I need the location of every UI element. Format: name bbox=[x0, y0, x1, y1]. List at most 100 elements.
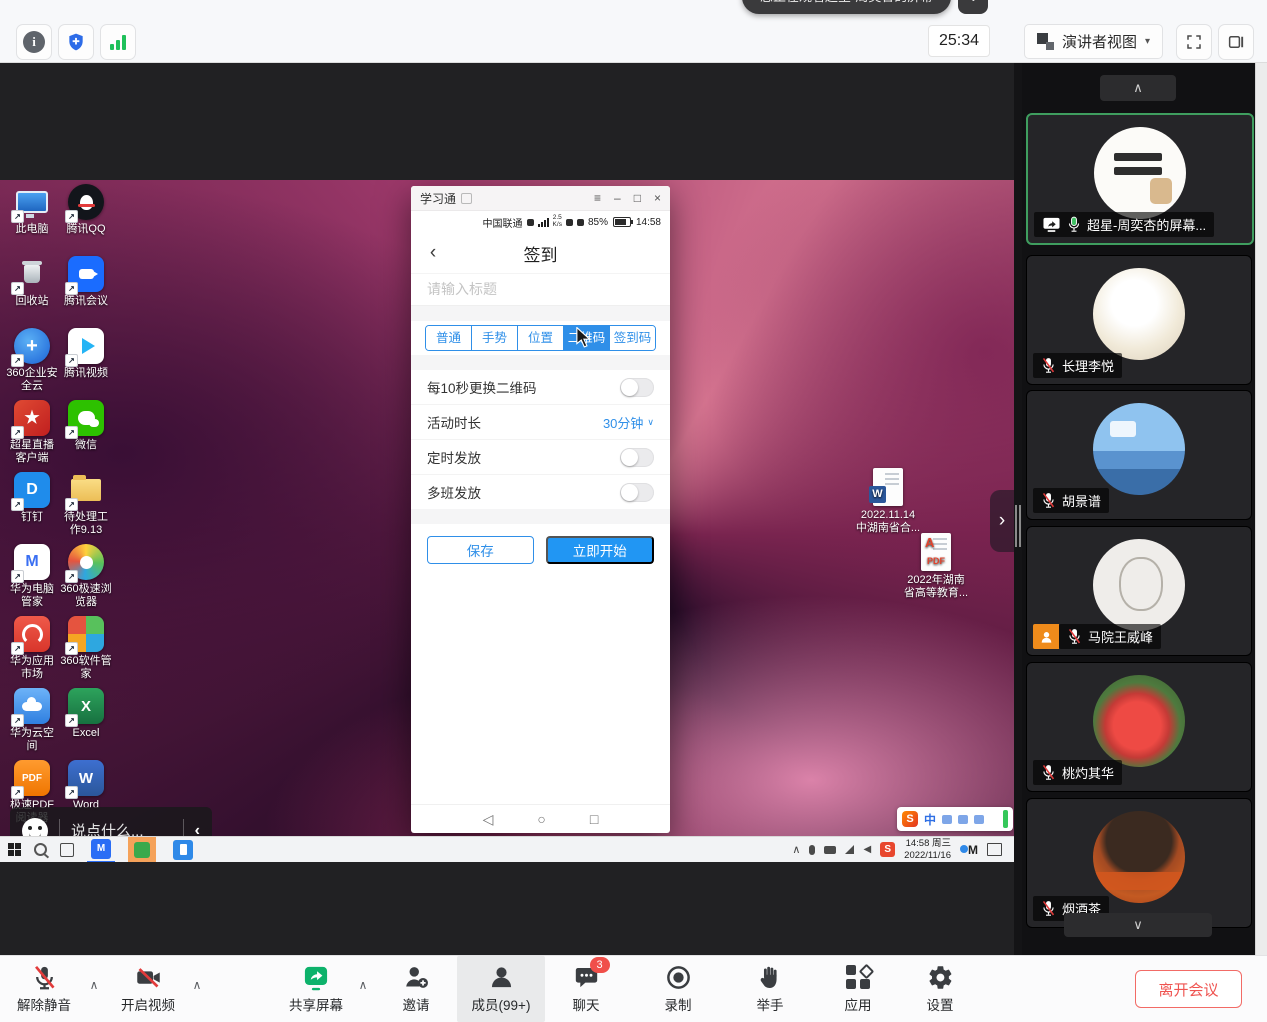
desktop-icon-qq[interactable]: 腾讯QQ bbox=[60, 184, 112, 256]
sidebar-scrollbar[interactable] bbox=[1255, 62, 1267, 955]
collapse-strip-button[interactable]: ∧ bbox=[1100, 75, 1176, 101]
desktop-icon-chaoxing-live[interactable]: ★超星直播客户端 bbox=[6, 400, 58, 472]
share-screen-button[interactable]: 共享屏幕 bbox=[268, 963, 364, 1014]
camera-tray-icon[interactable] bbox=[824, 846, 836, 854]
taskbar-app-sharing[interactable] bbox=[128, 837, 156, 863]
view-mode-switcher[interactable]: 演讲者视图 ▾ bbox=[1024, 24, 1163, 59]
hidden-icons-chevron[interactable]: ∧ bbox=[792, 843, 800, 856]
network-quality-button[interactable] bbox=[100, 24, 136, 60]
settings-button[interactable]: 设置 bbox=[892, 963, 988, 1014]
start-button[interactable] bbox=[8, 843, 21, 856]
tab-location[interactable]: 位置 bbox=[517, 326, 563, 350]
volume-tray-icon[interactable]: ◀ bbox=[863, 844, 871, 855]
desktop-icon-tencent-meeting[interactable]: 腾讯会议 bbox=[60, 256, 112, 328]
network-tray-icon[interactable] bbox=[845, 845, 854, 854]
search-icon[interactable] bbox=[34, 843, 47, 856]
banner-collapse-button[interactable]: ∨ bbox=[958, 0, 988, 14]
unmute-button[interactable]: 解除静音 bbox=[0, 963, 92, 1014]
tab-signin-code[interactable]: 签到码 bbox=[609, 326, 655, 350]
expand-panel-button[interactable]: › bbox=[990, 490, 1014, 552]
window-menu-icon[interactable]: ≡ bbox=[594, 191, 601, 205]
raise-hand-button[interactable]: 举手 bbox=[722, 963, 818, 1014]
window-minimize-icon[interactable]: – bbox=[614, 191, 621, 205]
desktop-icon-360-browser[interactable]: 360极速浏览器 bbox=[60, 544, 112, 616]
window-close-icon[interactable]: × bbox=[654, 191, 661, 205]
participant-tile[interactable]: 烟酒茶 bbox=[1026, 798, 1252, 928]
system-tray: ∧ ◀ S 14:58 周三 2022/11/16 M bbox=[792, 838, 1006, 861]
members-button[interactable]: 成员(99+) bbox=[457, 956, 545, 1022]
mic-on-icon bbox=[1067, 216, 1081, 233]
tencent-meeting-icon bbox=[68, 256, 104, 292]
start-now-button[interactable]: 立即开始 bbox=[546, 536, 655, 564]
multi-class-toggle[interactable] bbox=[620, 483, 654, 502]
timed-release-toggle[interactable] bbox=[620, 448, 654, 467]
task-view-icon[interactable] bbox=[60, 843, 74, 857]
share-options-chevron[interactable]: ∧ bbox=[359, 978, 368, 992]
desktop-icon-huawei-appgallery[interactable]: 华为应用市场 bbox=[6, 616, 58, 688]
participant-tile[interactable]: 马院王威峰 bbox=[1026, 526, 1252, 656]
panel-resize-handle[interactable] bbox=[1015, 505, 1017, 547]
desktop-icon-huawei-pc-manager[interactable]: M华为电脑管家 bbox=[6, 544, 58, 616]
participant-name: 胡景谱 bbox=[1062, 491, 1101, 510]
taskbar-app-meeting[interactable]: M bbox=[87, 837, 115, 863]
qr-refresh-toggle[interactable] bbox=[620, 378, 654, 397]
tab-normal[interactable]: 普通 bbox=[426, 326, 471, 350]
desktop-icon-pending-work-folder[interactable]: 待处理工作9.13 bbox=[60, 472, 112, 544]
leave-meeting-button[interactable]: 离开会议 bbox=[1135, 970, 1242, 1008]
android-home-button[interactable]: ○ bbox=[537, 811, 545, 827]
chinese-mode-icon[interactable]: 中 bbox=[924, 811, 936, 828]
row-duration[interactable]: 活动时长 30分钟 ∨ bbox=[411, 405, 670, 440]
desktop-icon-dingtalk[interactable]: D钉钉 bbox=[6, 472, 58, 544]
fullscreen-button[interactable] bbox=[1176, 24, 1212, 60]
participant-tile[interactable]: 长理李悦 bbox=[1026, 255, 1252, 385]
tab-gesture[interactable]: 手势 bbox=[471, 326, 517, 350]
participant-tile[interactable]: 超星-周奕杏的屏幕... bbox=[1026, 113, 1254, 245]
notification-center-icon[interactable] bbox=[987, 843, 1002, 856]
signin-type-tabs: 普通 手势 位置 二维码 签到码 bbox=[411, 321, 670, 355]
mic-icon[interactable] bbox=[958, 815, 968, 824]
desktop-icon-360-software-manager[interactable]: 360软件管家 bbox=[60, 616, 112, 688]
participant-tile[interactable]: 胡景谱 bbox=[1026, 390, 1252, 520]
android-recents-button[interactable]: □ bbox=[590, 811, 598, 827]
meeting-toolbar: 解除静音 ∧ 开启视频 ∧ 共享屏幕 ∧ bbox=[0, 955, 1267, 1022]
title-input[interactable]: 请输入标题 bbox=[411, 273, 670, 306]
battery-icon bbox=[613, 217, 631, 227]
window-restore-icon[interactable]: □ bbox=[634, 191, 641, 205]
desktop-icon-recycle-bin[interactable]: 回收站 bbox=[6, 256, 58, 328]
video-options-chevron[interactable]: ∧ bbox=[193, 978, 202, 992]
taskbar-clock[interactable]: 14:58 周三 2022/11/16 bbox=[904, 838, 951, 861]
participant-tile[interactable]: 桃灼其华 bbox=[1026, 662, 1252, 792]
duration-select[interactable]: 30分钟 ∨ bbox=[603, 413, 654, 432]
desktop-icon-huawei-cloud[interactable]: 华为云空间 bbox=[6, 688, 58, 760]
save-button[interactable]: 保存 bbox=[427, 536, 534, 564]
android-back-button[interactable]: ◁ bbox=[483, 811, 494, 828]
mic-tray-icon[interactable] bbox=[809, 845, 815, 855]
sogou-logo-icon[interactable]: S bbox=[902, 811, 918, 827]
desktop-icon-360-security[interactable]: +360企业安全云 bbox=[6, 328, 58, 400]
m-logo-tray-icon[interactable]: M bbox=[960, 843, 978, 857]
desktop-icon-excel[interactable]: XExcel bbox=[60, 688, 112, 760]
pen-icon[interactable] bbox=[942, 815, 952, 824]
taskbar-app-emulator[interactable] bbox=[169, 837, 197, 863]
sogou-input-toolbar[interactable]: S 中 bbox=[897, 807, 1013, 831]
mic-options-chevron[interactable]: ∧ bbox=[90, 978, 99, 992]
record-button[interactable]: 录制 bbox=[630, 963, 726, 1014]
back-button[interactable]: ‹ bbox=[423, 243, 443, 263]
start-video-button[interactable]: 开启视频 bbox=[100, 963, 196, 1014]
desktop-icon-wechat[interactable]: 微信 bbox=[60, 400, 112, 472]
desktop-file-pdf-doc[interactable]: A PDF 2022年湖南省高等教育... bbox=[902, 533, 970, 600]
keyboard-icon[interactable] bbox=[974, 815, 984, 824]
desktop-icon-tencent-video[interactable]: 腾讯视频 bbox=[60, 328, 112, 400]
desktop-icon-this-pc[interactable]: 此电脑 bbox=[6, 184, 58, 256]
side-panel-toggle-button[interactable] bbox=[1218, 24, 1254, 60]
app-window-titlebar[interactable]: 学习通 ≡ – □ × bbox=[411, 186, 670, 211]
sogou-tray-icon[interactable]: S bbox=[880, 842, 895, 857]
scroll-down-button[interactable]: ∨ bbox=[1064, 913, 1212, 937]
security-shield-button[interactable] bbox=[58, 24, 94, 60]
invite-button[interactable]: 邀请 bbox=[368, 963, 464, 1014]
chat-button[interactable]: 3 聊天 bbox=[538, 963, 634, 1014]
mouse-cursor bbox=[576, 327, 591, 348]
desktop-file-word-doc[interactable]: W 2022.11.14 中湖南省合... bbox=[854, 468, 922, 535]
panel-layout-icon bbox=[1227, 33, 1245, 51]
meeting-info-button[interactable]: i bbox=[16, 24, 52, 60]
